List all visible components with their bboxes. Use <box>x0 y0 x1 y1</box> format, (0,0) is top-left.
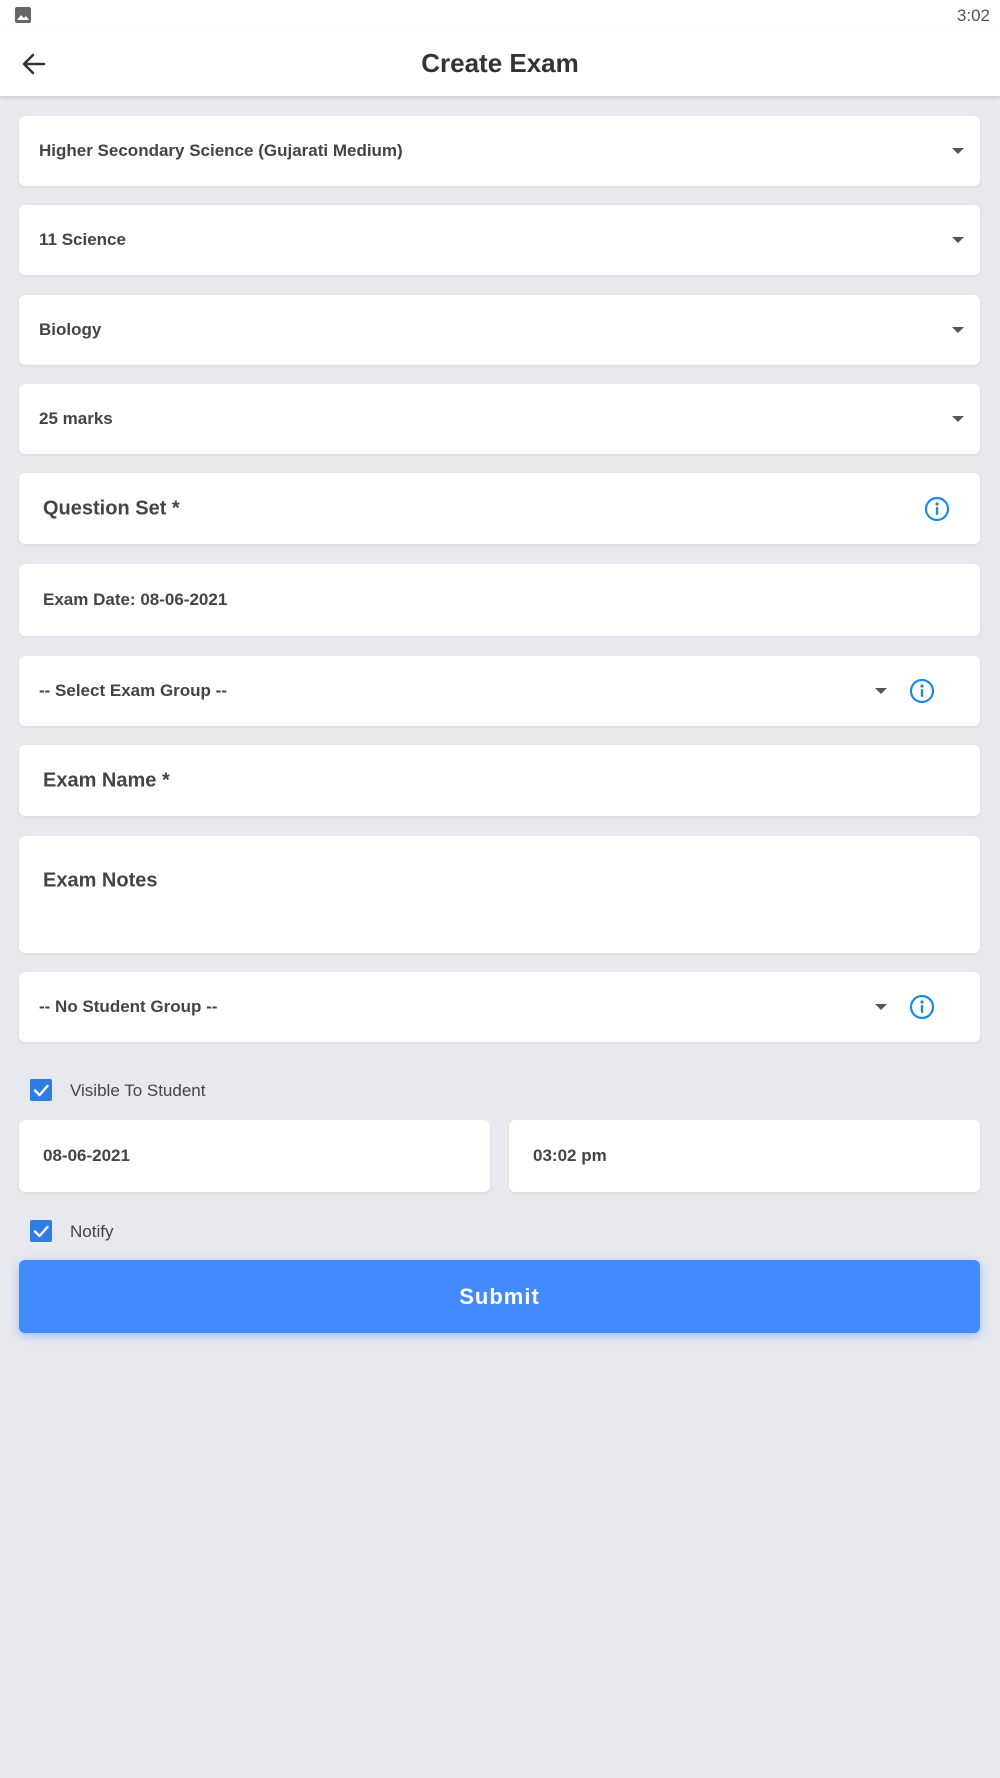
status-bar: 3:02 <box>0 0 1000 32</box>
exam-name-field[interactable]: Exam Name * <box>19 745 980 816</box>
info-icon[interactable] <box>924 496 950 522</box>
board-select[interactable]: Higher Secondary Science (Gujarati Mediu… <box>19 116 980 186</box>
standard-select-value: 11 Science <box>39 230 126 249</box>
chevron-down-icon <box>875 1004 887 1010</box>
visible-to-student-checkbox[interactable] <box>30 1079 52 1101</box>
chevron-down-icon <box>952 416 964 422</box>
standard-select[interactable]: 11 Science <box>19 205 980 275</box>
image-icon <box>15 7 31 23</box>
notify-label: Notify <box>70 1222 114 1241</box>
notify-checkbox[interactable] <box>30 1220 52 1242</box>
visible-date-value: 08-06-2021 <box>43 1146 130 1165</box>
exam-group-select-value: -- Select Exam Group -- <box>39 681 227 700</box>
chevron-down-icon <box>952 237 964 243</box>
exam-notes-field[interactable]: Exam Notes <box>19 836 980 953</box>
page-title: Create Exam <box>421 48 579 78</box>
question-set-field[interactable]: Question Set * <box>19 473 980 544</box>
marks-select-value: 25 marks <box>39 409 113 428</box>
checkmark-icon <box>33 1084 49 1097</box>
checkmark-icon <box>33 1225 49 1238</box>
app-bar: Create Exam <box>0 32 1000 96</box>
subject-select-value: Biology <box>39 320 102 339</box>
exam-group-select[interactable]: -- Select Exam Group -- <box>19 656 980 726</box>
exam-date-value: Exam Date: 08-06-2021 <box>43 590 228 609</box>
submit-button[interactable]: Submit <box>19 1260 980 1333</box>
subject-select[interactable]: Biology <box>19 295 980 365</box>
question-set-label: Question Set * <box>43 497 180 519</box>
marks-select[interactable]: 25 marks <box>19 384 980 454</box>
visible-date-field[interactable]: 08-06-2021 <box>19 1120 490 1192</box>
exam-name-label: Exam Name * <box>43 769 170 791</box>
visible-time-field[interactable]: 03:02 pm <box>509 1120 980 1192</box>
status-time: 3:02 <box>956 6 990 25</box>
exam-date-field[interactable]: Exam Date: 08-06-2021 <box>19 564 980 636</box>
visible-time-value: 03:02 pm <box>533 1146 607 1165</box>
chevron-down-icon <box>875 688 887 694</box>
visible-to-student-label: Visible To Student <box>70 1081 206 1100</box>
info-icon[interactable] <box>909 678 935 704</box>
exam-notes-label: Exam Notes <box>43 869 158 892</box>
chevron-down-icon <box>952 148 964 154</box>
chevron-down-icon <box>952 327 964 333</box>
info-icon[interactable] <box>909 994 935 1020</box>
board-select-value: Higher Secondary Science (Gujarati Mediu… <box>39 141 403 160</box>
student-group-select[interactable]: -- No Student Group -- <box>19 972 980 1042</box>
student-group-select-value: -- No Student Group -- <box>39 997 218 1016</box>
